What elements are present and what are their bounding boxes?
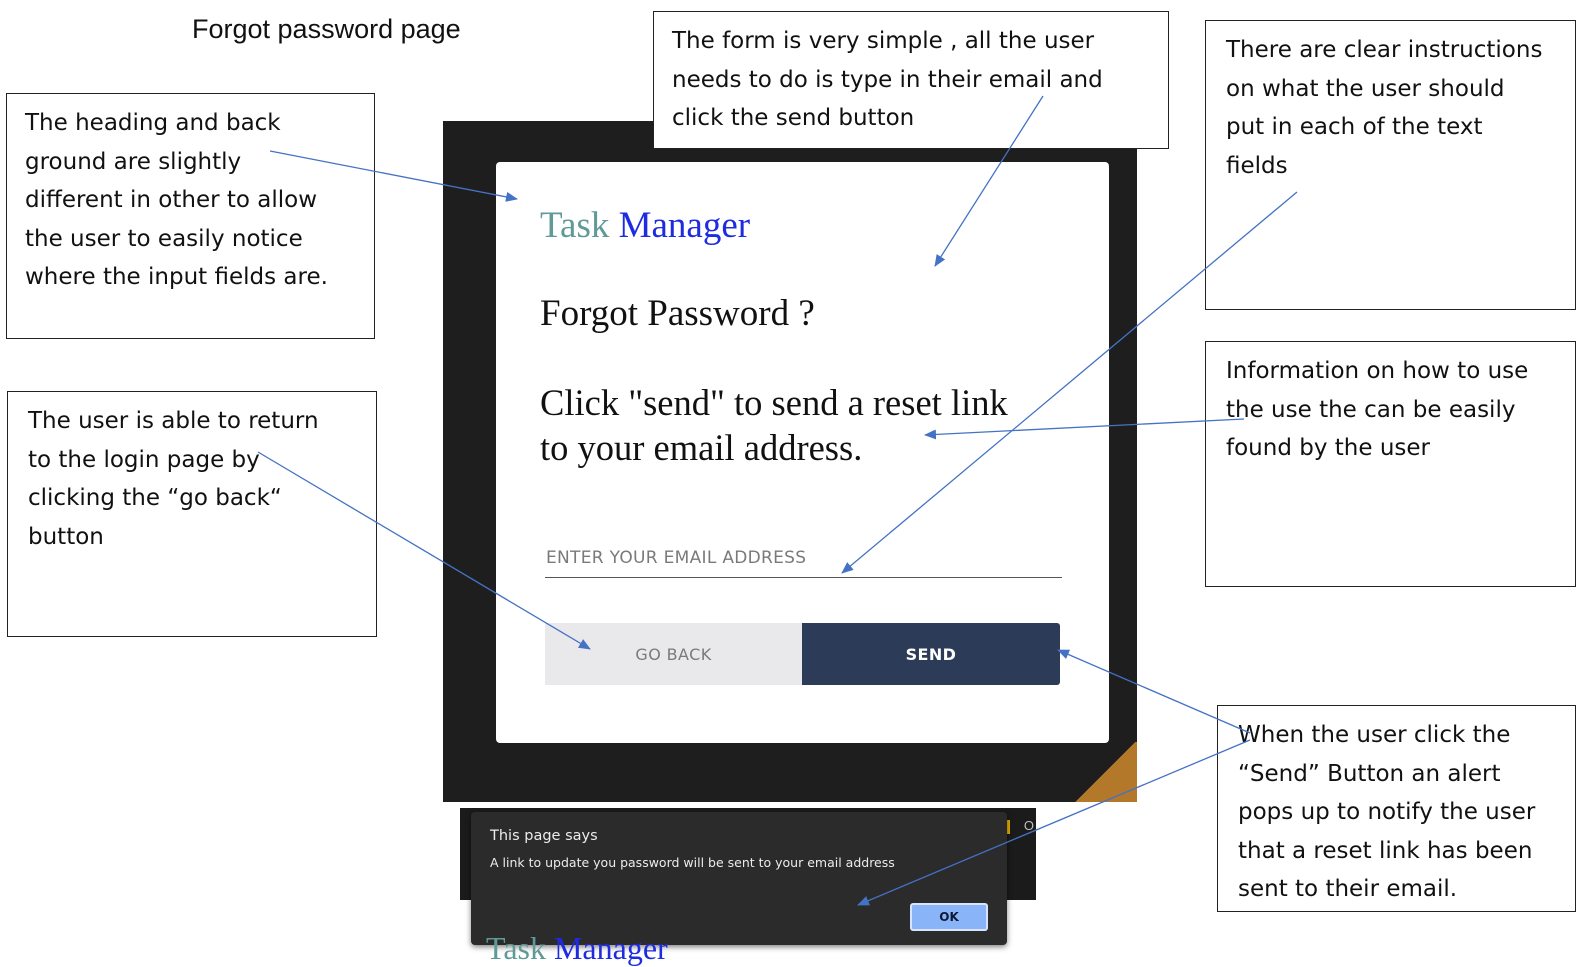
annotation-arrows — [257, 95, 1298, 906]
arrow-alert — [857, 739, 1251, 906]
arrow-go-back — [257, 451, 591, 650]
arrow-information — [924, 418, 1245, 440]
arrow-instructions — [841, 191, 1298, 574]
arrow-form — [934, 95, 1044, 267]
arrow-heading — [269, 150, 518, 202]
arrow-send — [1057, 649, 1251, 734]
